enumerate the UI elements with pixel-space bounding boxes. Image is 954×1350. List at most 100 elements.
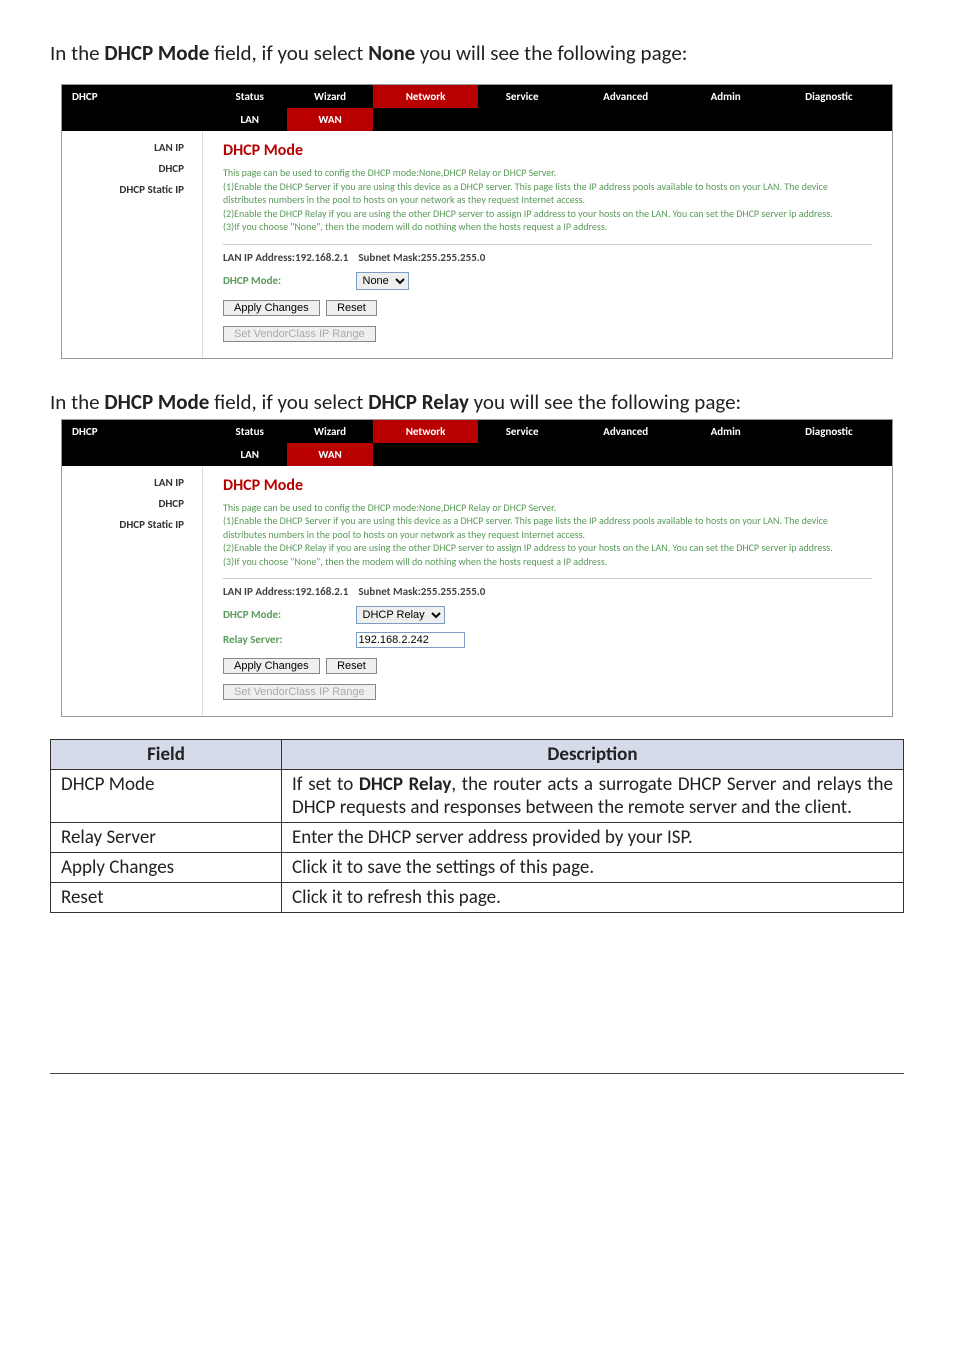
text: you will see the following page: — [415, 40, 687, 66]
apply-button[interactable]: Apply Changes — [223, 300, 320, 316]
dhcp-mode-select[interactable]: DHCP Relay — [356, 606, 445, 624]
text: In the — [50, 389, 104, 415]
field-cell: Relay Server — [51, 823, 282, 853]
desc-cell: Enter the DHCP server address provided b… — [282, 823, 904, 853]
th-description: Description — [282, 740, 904, 770]
dhcp-mode-label: DHCP Mode: — [223, 608, 353, 621]
text: you will see the following page: — [469, 389, 741, 415]
text: (2)Enable the DHCP Relay if you are usin… — [223, 207, 833, 220]
reset-button[interactable]: Reset — [326, 658, 377, 674]
sidebar-item-lanip[interactable]: LAN IP — [62, 137, 202, 158]
tab-advanced[interactable]: Advanced — [566, 420, 686, 443]
subtab-wan[interactable]: WAN — [287, 108, 372, 131]
tab-admin[interactable]: Admin — [686, 85, 766, 108]
nav-sidebar-label: DHCP — [62, 420, 212, 443]
router-screenshot-relay: DHCP Status Wizard Network Service Advan… — [61, 419, 893, 718]
value: 192.168.2.1 — [295, 585, 348, 598]
footer-rule — [50, 1073, 904, 1074]
text: In the — [50, 40, 104, 66]
ip-info-line: LAN IP Address:192.168.2.1 Subnet Mask:2… — [223, 244, 872, 264]
sidebar-item-dhcp[interactable]: DHCP — [62, 158, 202, 179]
relay-server-input[interactable] — [356, 632, 465, 648]
desc-cell: Click it to refresh this page. — [282, 883, 904, 913]
router-nav: DHCP Status Wizard Network Service Advan… — [62, 85, 892, 131]
nav-blank — [373, 108, 892, 131]
apply-button[interactable]: Apply Changes — [223, 658, 320, 674]
router-nav: DHCP Status Wizard Network Service Advan… — [62, 420, 892, 466]
field-cell: Apply Changes — [51, 853, 282, 883]
field-cell: DHCP Mode — [51, 770, 282, 823]
text: field, if you select — [209, 40, 368, 66]
relay-server-row: Relay Server: — [223, 632, 872, 648]
table-row: Apply Changes Click it to save the setti… — [51, 853, 904, 883]
text: (1)Enable the DHCP Server if you are usi… — [223, 514, 828, 541]
router-content: DHCP Mode This page can be used to confi… — [203, 131, 892, 358]
nav-sidebar-label: DHCP — [62, 85, 212, 108]
text: (2)Enable the DHCP Relay if you are usin… — [223, 541, 833, 554]
tab-service[interactable]: Service — [478, 420, 565, 443]
bold: DHCP Relay — [368, 389, 469, 415]
router-screenshot-none: DHCP Status Wizard Network Service Advan… — [61, 84, 893, 359]
tab-diagnostic[interactable]: Diagnostic — [766, 420, 892, 443]
value: 255.255.255.0 — [421, 585, 486, 598]
tab-network[interactable]: Network — [373, 85, 479, 108]
button-row: Apply Changes Reset — [223, 300, 872, 316]
desc-cell: If set to DHCP Relay, the router acts a … — [282, 770, 904, 823]
content-description: This page can be used to config the DHCP… — [223, 501, 872, 569]
value: 192.168.2.1 — [295, 251, 348, 264]
vendorclass-button[interactable]: Set VendorClass IP Range — [223, 326, 376, 342]
vendorclass-button[interactable]: Set VendorClass IP Range — [223, 684, 376, 700]
tab-advanced[interactable]: Advanced — [566, 85, 686, 108]
table-row: DHCP Mode If set to DHCP Relay, the rout… — [51, 770, 904, 823]
text: (3)If you choose "None", then the modem … — [223, 555, 607, 568]
nav-blank — [62, 108, 212, 131]
router-content: DHCP Mode This page can be used to confi… — [203, 466, 892, 717]
tab-status[interactable]: Status — [212, 420, 287, 443]
tab-admin[interactable]: Admin — [686, 420, 766, 443]
label: LAN IP Address: — [223, 251, 295, 264]
text: This page can be used to config the DHCP… — [223, 166, 556, 179]
tab-service[interactable]: Service — [478, 85, 565, 108]
relay-server-label: Relay Server: — [223, 633, 353, 646]
sidebar-item-dhcp-static[interactable]: DHCP Static IP — [62, 179, 202, 200]
text: (3)If you choose "None", then the modem … — [223, 220, 607, 233]
text: (1)Enable the DHCP Server if you are usi… — [223, 180, 828, 207]
bold: None — [368, 40, 415, 66]
nav-blank — [373, 443, 892, 466]
dhcp-mode-label: DHCP Mode: — [223, 274, 353, 287]
content-description: This page can be used to config the DHCP… — [223, 166, 872, 234]
reset-button[interactable]: Reset — [326, 300, 377, 316]
bold: DHCP Mode — [104, 40, 209, 66]
tab-wizard[interactable]: Wizard — [287, 420, 372, 443]
subtab-lan[interactable]: LAN — [212, 443, 287, 466]
dhcp-mode-select[interactable]: None — [356, 272, 409, 290]
content-heading: DHCP Mode — [223, 476, 872, 495]
sidebar-item-dhcp[interactable]: DHCP — [62, 493, 202, 514]
tab-wizard[interactable]: Wizard — [287, 85, 372, 108]
content-heading: DHCP Mode — [223, 141, 872, 160]
tab-diagnostic[interactable]: Diagnostic — [766, 85, 892, 108]
intro-text-1: In the DHCP Mode field, if you select No… — [50, 40, 904, 66]
label: LAN IP Address: — [223, 585, 295, 598]
text: field, if you select — [209, 389, 368, 415]
text: This page can be used to config the DHCP… — [223, 501, 556, 514]
sidebar-item-lanip[interactable]: LAN IP — [62, 472, 202, 493]
intro-text-2: In the DHCP Mode field, if you select DH… — [50, 389, 904, 415]
table-row: Reset Click it to refresh this page. — [51, 883, 904, 913]
tab-status[interactable]: Status — [212, 85, 287, 108]
label: Subnet Mask: — [358, 251, 420, 264]
value: 255.255.255.0 — [421, 251, 486, 264]
text: If set to — [292, 773, 359, 796]
subtab-lan[interactable]: LAN — [212, 108, 287, 131]
dhcp-mode-row: DHCP Mode: None — [223, 272, 872, 290]
router-sidebar: LAN IP DHCP DHCP Static IP — [62, 131, 203, 358]
table-row: Relay Server Enter the DHCP server addre… — [51, 823, 904, 853]
ip-info-line: LAN IP Address:192.168.2.1 Subnet Mask:2… — [223, 578, 872, 598]
tab-network[interactable]: Network — [373, 420, 479, 443]
subtab-wan[interactable]: WAN — [287, 443, 372, 466]
sidebar-item-dhcp-static[interactable]: DHCP Static IP — [62, 514, 202, 535]
nav-blank — [62, 443, 212, 466]
router-sidebar: LAN IP DHCP DHCP Static IP — [62, 466, 203, 717]
field-description-table: Field Description DHCP Mode If set to DH… — [50, 739, 904, 913]
dhcp-mode-row: DHCP Mode: DHCP Relay — [223, 606, 872, 624]
